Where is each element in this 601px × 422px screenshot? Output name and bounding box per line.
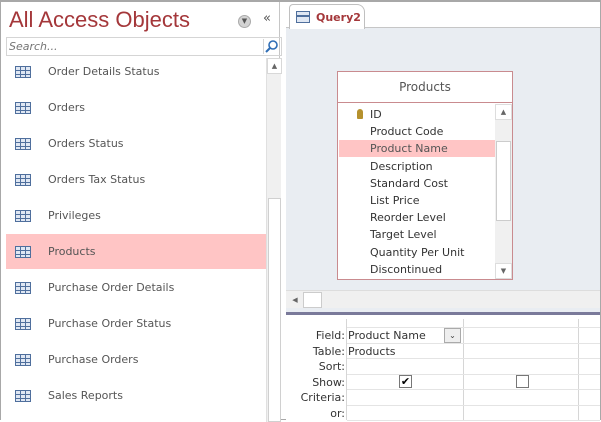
- nav-item-label: Privileges: [48, 209, 101, 222]
- search-input[interactable]: [7, 38, 257, 55]
- scroll-left-arrow-icon[interactable]: ◀: [288, 292, 302, 308]
- field-label: Quantity Per Unit: [370, 245, 465, 259]
- document-tabs: Query2: [286, 2, 600, 29]
- nav-pane-title[interactable]: All Access Objects: [9, 7, 190, 33]
- table-icon: [15, 173, 31, 186]
- table-icon: [15, 389, 31, 402]
- field-item[interactable]: Discontinued: [339, 261, 495, 278]
- nav-item[interactable]: Purchase Order Status: [6, 306, 266, 341]
- field-item[interactable]: ID: [339, 106, 495, 123]
- field-item[interactable]: List Price: [339, 192, 495, 209]
- table-icon: [15, 137, 31, 150]
- navigation-pane: All Access Objects ▼ « Order Details Sta…: [1, 2, 282, 422]
- query-designer: Query2 Products ID Product Code Product Na…: [286, 2, 600, 421]
- field-label: Product Code: [370, 125, 444, 139]
- field-item[interactable]: Target Level: [339, 226, 495, 243]
- nav-item[interactable]: Purchase Orders: [6, 342, 266, 377]
- grid-row-label: Table:: [312, 344, 345, 358]
- field-label: Product Name: [370, 142, 448, 156]
- nav-item-label: Orders: [48, 101, 85, 114]
- nav-item-label: Orders Tax Status: [48, 173, 146, 186]
- field-label: Target Level: [370, 228, 437, 242]
- nav-item-label: Order Details Status: [48, 65, 160, 78]
- field-list-scrollbar[interactable]: ▲ ▼: [495, 104, 512, 279]
- scroll-up-arrow-icon[interactable]: ▲: [267, 58, 282, 74]
- scroll-down-arrow-icon[interactable]: ▼: [495, 263, 512, 279]
- tab-query2[interactable]: Query2: [289, 4, 365, 29]
- field-list-products[interactable]: Products ID Product Code Product Name Descr…: [337, 71, 513, 280]
- scrollbar-thumb[interactable]: [268, 198, 281, 422]
- table-icon: [15, 353, 31, 366]
- grid-row-label: Show:: [312, 375, 345, 389]
- nav-item[interactable]: Sales Reports: [6, 378, 266, 413]
- field-item[interactable]: Product Name: [339, 140, 495, 158]
- chevron-down-icon[interactable]: ⌄: [444, 328, 461, 343]
- grid-row-label: Sort:: [318, 360, 345, 373]
- grid-criteria-cell[interactable]: [465, 390, 577, 405]
- grid-field-cell[interactable]: [465, 328, 577, 343]
- field-label: Reorder Level: [370, 211, 446, 225]
- scrollbar-thumb[interactable]: [496, 141, 511, 221]
- nav-item-label: Sales Reports: [48, 389, 123, 402]
- nav-item[interactable]: Privileges: [6, 198, 266, 233]
- scroll-up-arrow-icon[interactable]: ▲: [495, 104, 512, 120]
- query-icon: [296, 11, 310, 23]
- grid-criteria-cell[interactable]: [348, 390, 460, 405]
- show-checkbox[interactable]: [516, 374, 529, 388]
- grid-row-label: Field:: [315, 329, 345, 342]
- nav-item[interactable]: Products: [6, 234, 266, 269]
- nav-scrollbar[interactable]: ▲: [266, 58, 282, 422]
- grid-or-cell[interactable]: [465, 406, 577, 421]
- table-icon: [15, 245, 31, 258]
- design-grid: Field: Table: Sort: Show: Criteria: or: Produc…: [286, 315, 600, 421]
- nav-item-label: Products: [48, 245, 96, 258]
- nav-item-label: Purchase Order Status: [48, 317, 172, 330]
- field-item[interactable]: Reorder Level: [339, 209, 495, 226]
- table-icon: [15, 101, 31, 114]
- nav-item-label: Purchase Orders: [48, 353, 139, 366]
- grid-table-cell[interactable]: [465, 344, 577, 359]
- scrollbar-thumb[interactable]: [303, 292, 322, 308]
- horizontal-scrollbar[interactable]: ◀: [286, 290, 600, 308]
- primary-key-icon: [357, 109, 363, 119]
- nav-item[interactable]: Orders Status: [6, 126, 266, 161]
- nav-item[interactable]: Orders Tax Status: [6, 162, 266, 197]
- grid-or-cell[interactable]: [348, 406, 460, 421]
- nav-item-label: Purchase Order Details: [48, 281, 175, 294]
- grid-sort-cell[interactable]: [465, 359, 577, 374]
- field-label: List Price: [370, 194, 420, 207]
- search-icon[interactable]: [263, 39, 279, 54]
- grid-table-cell[interactable]: Products: [348, 344, 460, 359]
- nav-item[interactable]: Order Details Status: [6, 54, 266, 89]
- field-label: ID: [370, 108, 382, 121]
- field-list-title[interactable]: Products: [338, 72, 512, 103]
- grid-row-label: or:: [330, 406, 345, 420]
- chevron-down-circle-icon[interactable]: ▼: [238, 15, 251, 28]
- double-chevron-left-icon[interactable]: «: [263, 11, 271, 26]
- field-item[interactable]: Description: [339, 158, 495, 175]
- table-icon: [15, 65, 31, 78]
- nav-item[interactable]: Purchase Order Details: [6, 270, 266, 305]
- grid-sort-cell[interactable]: [348, 359, 460, 374]
- tab-label: Query2: [316, 10, 361, 24]
- field-item[interactable]: Product Code: [339, 123, 495, 140]
- table-icon: [15, 317, 31, 330]
- field-label: Description: [370, 159, 433, 173]
- field-label: Discontinued: [370, 262, 443, 276]
- show-checkbox-checked[interactable]: ✔: [399, 374, 412, 388]
- field-item[interactable]: Standard Cost: [339, 175, 495, 192]
- table-icon: [15, 281, 31, 294]
- nav-item[interactable]: Orders: [6, 90, 266, 125]
- grid-row-label: Criteria:: [300, 391, 345, 404]
- nav-item-label: Orders Status: [48, 137, 124, 150]
- field-label: Standard Cost: [370, 176, 448, 190]
- table-icon: [15, 209, 31, 222]
- field-item[interactable]: Quantity Per Unit: [339, 244, 495, 261]
